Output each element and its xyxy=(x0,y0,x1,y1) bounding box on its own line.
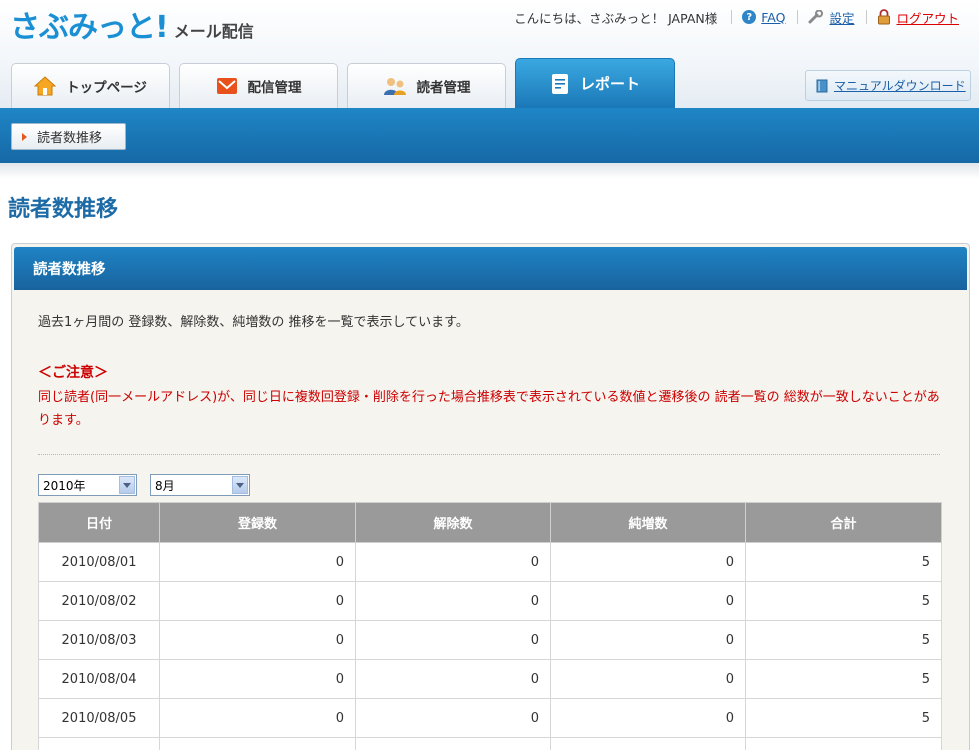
sub-nav: 読者数推移 xyxy=(0,108,979,163)
panel-title: 読者数推移 xyxy=(14,247,967,290)
manual-download-link[interactable]: マニュアルダウンロード xyxy=(834,77,966,94)
page-title: 読者数推移 xyxy=(8,197,119,222)
user-bar: こんにちは、さぶみっと！ JAPAN様 ? FAQ 設定 ログアウト xyxy=(514,7,971,27)
chevron-down-icon xyxy=(119,476,135,494)
table-row: 2010/08/04 0 0 0 5 xyxy=(38,659,942,699)
cell-unsubscribed: 0 xyxy=(355,542,551,582)
divider xyxy=(866,10,868,24)
faq-link[interactable]: FAQ xyxy=(761,10,785,25)
col-header-unsubscribed: 解除数 xyxy=(355,502,551,543)
chevron-down-icon xyxy=(232,476,248,494)
logout-link[interactable]: ログアウト xyxy=(896,8,959,27)
report-panel: 読者数推移 過去1ヶ月間の 登録数、解除数、純増数の 推移を一覧で表示しています… xyxy=(11,243,970,750)
cell-net-increase xyxy=(550,737,746,750)
users-icon xyxy=(383,76,407,96)
manual-download-button[interactable]: マニュアルダウンロード xyxy=(805,70,971,101)
wrench-icon xyxy=(808,9,824,24)
greeting: こんにちは、さぶみっと！ JAPAN様 xyxy=(514,10,718,26)
year-select-value: 2010年 xyxy=(43,478,86,493)
cell-total xyxy=(745,737,942,750)
subnav-label: 読者数推移 xyxy=(37,131,103,146)
col-header-date: 日付 xyxy=(38,502,160,543)
cell-date: 2010/08/05 xyxy=(38,698,160,738)
cell-total: 5 xyxy=(745,581,942,621)
cell-registered: 0 xyxy=(159,542,356,582)
divider xyxy=(797,10,799,24)
tab-top-page[interactable]: トップページ xyxy=(11,63,170,108)
report-icon xyxy=(550,73,570,95)
year-select[interactable]: 2010年 xyxy=(38,474,137,496)
home-icon xyxy=(34,76,57,96)
subnav-shadow xyxy=(0,163,979,179)
cell-net-increase: 0 xyxy=(550,698,746,738)
cell-net-increase: 0 xyxy=(550,581,746,621)
notice-body: 同じ読者(同一メールアドレス)が、同じ日に複数回登録・削除を行った場合推移表で表… xyxy=(38,390,940,428)
cell-total: 5 xyxy=(745,542,942,582)
cell-net-increase: 0 xyxy=(550,659,746,699)
tab-label: 配信管理 xyxy=(247,80,302,96)
notice-title: ＜ご注意＞ xyxy=(38,365,108,381)
table-row: 2010/08/02 0 0 0 5 xyxy=(38,581,942,621)
cell-net-increase: 0 xyxy=(550,542,746,582)
cell-date: 2010/08/04 xyxy=(38,659,160,699)
header: さぶみっと! メール配信 こんにちは、さぶみっと！ JAPAN様 ? FAQ 設… xyxy=(0,0,979,108)
table-row xyxy=(38,737,942,750)
tab-report[interactable]: レポート xyxy=(515,58,675,108)
cell-total: 5 xyxy=(745,620,942,660)
cell-unsubscribed: 0 xyxy=(355,581,551,621)
col-header-net-increase: 純増数 xyxy=(550,502,746,543)
cell-date: 2010/08/03 xyxy=(38,620,160,660)
table-row: 2010/08/05 0 0 0 5 xyxy=(38,698,942,738)
triangle-right-icon xyxy=(22,132,27,141)
lock-icon xyxy=(877,9,891,25)
month-select-value: 8月 xyxy=(155,478,175,493)
settings-link[interactable]: 設定 xyxy=(829,8,854,27)
cell-registered: 0 xyxy=(159,659,356,699)
tab-label: レポート xyxy=(579,75,640,93)
table-header-row: 日付 登録数 解除数 純増数 合計 xyxy=(38,502,942,543)
cell-total: 5 xyxy=(745,698,942,738)
col-header-total: 合計 xyxy=(745,502,942,543)
tab-label: トップページ xyxy=(66,80,147,96)
cell-date xyxy=(38,737,160,750)
tab-label: 読者管理 xyxy=(416,80,471,96)
cell-total: 5 xyxy=(745,659,942,699)
cell-date: 2010/08/01 xyxy=(38,542,160,582)
divider xyxy=(38,454,940,455)
mail-icon xyxy=(216,77,238,95)
table-row: 2010/08/03 0 0 0 5 xyxy=(38,620,942,660)
cell-registered: 0 xyxy=(159,620,356,660)
subnav-item-reader-trend[interactable]: 読者数推移 xyxy=(11,123,126,150)
logout-link-group: ログアウト xyxy=(877,8,959,27)
panel-description: 過去1ヶ月間の 登録数、解除数、純増数の 推移を一覧で表示しています。 xyxy=(38,315,469,330)
divider xyxy=(731,10,733,24)
logo-main: さぶみっと! xyxy=(10,10,169,45)
faq-link-group: ? FAQ xyxy=(742,10,785,25)
tab-delivery[interactable]: 配信管理 xyxy=(179,63,338,108)
table-row: 2010/08/01 0 0 0 5 xyxy=(38,542,942,582)
cell-date: 2010/08/02 xyxy=(38,581,160,621)
help-icon: ? xyxy=(742,10,757,24)
cell-net-increase: 0 xyxy=(550,620,746,660)
logo-sub: メール配信 xyxy=(173,22,254,41)
book-icon xyxy=(816,79,828,93)
tab-readers[interactable]: 読者管理 xyxy=(347,63,506,108)
cell-registered: 0 xyxy=(159,698,356,738)
col-header-registered: 登録数 xyxy=(159,502,356,543)
cell-unsubscribed: 0 xyxy=(355,659,551,699)
cell-unsubscribed: 0 xyxy=(355,698,551,738)
cell-unsubscribed: 0 xyxy=(355,620,551,660)
settings-link-group: 設定 xyxy=(808,8,854,27)
cell-registered xyxy=(159,737,356,750)
cell-registered: 0 xyxy=(159,581,356,621)
cell-unsubscribed xyxy=(355,737,551,750)
reader-trend-table: 日付 登録数 解除数 純増数 合計 2010/08/01 0 0 0 5 201… xyxy=(38,502,942,750)
month-select[interactable]: 8月 xyxy=(150,474,250,496)
logo[interactable]: さぶみっと! メール配信 xyxy=(10,6,254,46)
